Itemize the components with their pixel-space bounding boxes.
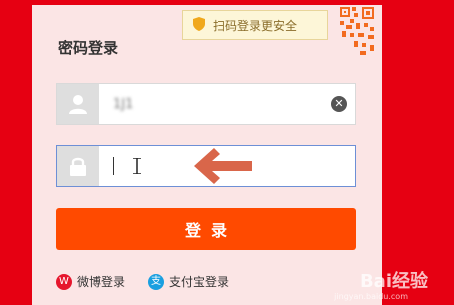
qr-login-tip[interactable]: 扫码登录更安全: [182, 10, 328, 40]
username-value: 1J1: [113, 96, 134, 112]
shield-icon: [193, 16, 205, 34]
alipay-login-label: 支付宝登录: [169, 275, 230, 289]
weibo-icon: W: [56, 273, 72, 290]
login-card: 扫码登录更安全 密码登录 1J1 ✕ 登录 W 微博登录 支 支付宝登录: [32, 5, 382, 305]
login-button[interactable]: 登录: [56, 208, 356, 250]
weibo-login-label: 微博登录: [77, 275, 126, 289]
qr-tip-text: 扫码登录更安全: [213, 18, 298, 33]
watermark-logo: Bai经验: [359, 271, 428, 292]
lock-icon: [57, 146, 99, 186]
alipay-login-link[interactable]: 支 支付宝登录: [148, 273, 229, 290]
arrow-annotation-icon: [194, 148, 252, 184]
weibo-login-link[interactable]: W 微博登录: [56, 273, 125, 290]
text-caret: [113, 157, 114, 175]
clear-icon[interactable]: ✕: [331, 96, 347, 112]
watermark-url: jingyan.baidu.com: [334, 292, 408, 301]
alipay-icon: 支: [148, 273, 164, 290]
page-title: 密码登录: [58, 39, 119, 57]
user-icon: [57, 84, 99, 124]
qr-code-icon[interactable]: [336, 5, 378, 59]
username-field[interactable]: 1J1 ✕: [56, 83, 356, 125]
ibeam-cursor-icon: [133, 158, 141, 174]
